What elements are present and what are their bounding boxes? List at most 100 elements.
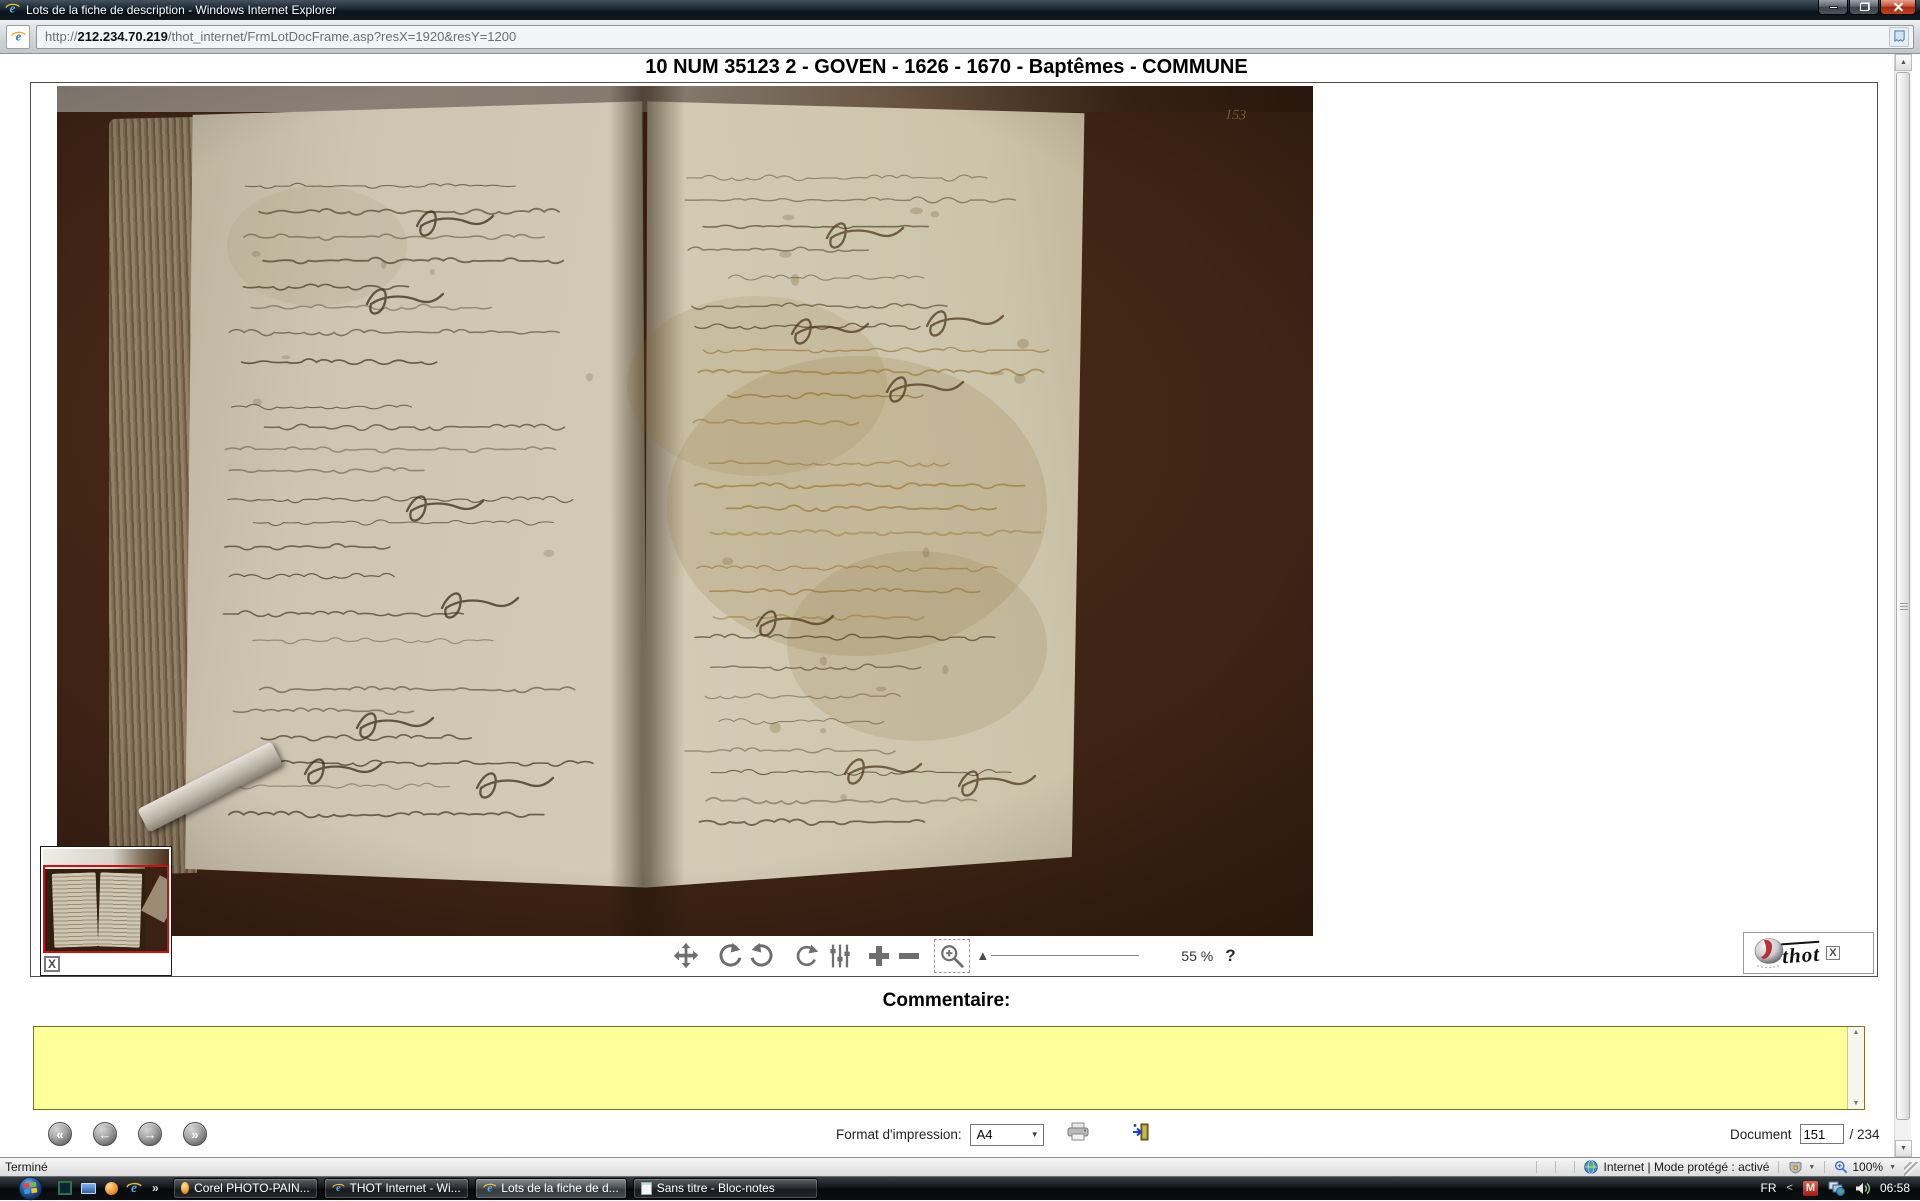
minimize-button[interactable] <box>1818 0 1848 15</box>
exit-door-icon <box>1132 1123 1150 1141</box>
quicklaunch-show-desktop-icon[interactable] <box>80 1180 96 1196</box>
url-protocol: http:// <box>45 29 78 44</box>
tray-mcafee-icon[interactable]: M <box>1803 1181 1818 1196</box>
thot-logo: thot X <box>1743 932 1874 974</box>
security-zone-pane: Internet | Mode protégé : activé <box>1584 1160 1770 1174</box>
print-format-value: A4 <box>977 1127 993 1142</box>
scrollbar-grip <box>1900 603 1908 611</box>
favicon-box: e <box>6 25 30 49</box>
taskbar: e » Corel PHOTO-PAIN... e THOT Internet … <box>0 1176 1920 1200</box>
browser-viewport: 10 NUM 35123 2 - GOVEN - 1626 - 1670 - B… <box>0 54 1920 1157</box>
help-button[interactable]: ? <box>1225 946 1235 966</box>
svg-text:e: e <box>15 29 21 43</box>
taskbar-button-label: Corel PHOTO-PAIN... <box>194 1181 310 1195</box>
zoom-select-tool[interactable] <box>934 939 970 973</box>
tray-expand-icon[interactable]: < <box>1787 1182 1793 1194</box>
print-format-label: Format d'impression: <box>836 1127 962 1142</box>
title-bar: e Lots de la fiche de description - Wind… <box>0 0 1920 20</box>
zoom-in-button[interactable] <box>866 943 892 969</box>
scroll-down-button[interactable]: ▼ <box>1895 1140 1912 1157</box>
scroll-up-icon: ▲ <box>1900 59 1907 66</box>
scroll-up-button[interactable]: ▲ <box>1895 54 1912 71</box>
thot-logo-wordmark: thot <box>1781 940 1820 965</box>
tray-clock[interactable]: 06:58 <box>1880 1181 1910 1195</box>
restore-icon <box>1860 3 1869 11</box>
tray-language-indicator[interactable]: FR <box>1761 1181 1777 1195</box>
address-input[interactable]: http://212.234.70.219/thot_internet/FrmL… <box>36 25 1914 49</box>
pan-tool-icon[interactable] <box>672 942 700 970</box>
rotate-page-icon[interactable] <box>792 942 820 970</box>
tray-network-icon[interactable] <box>1828 1181 1845 1196</box>
nav-next-button[interactable]: → <box>138 1122 162 1146</box>
internet-globe-icon <box>1584 1160 1598 1174</box>
viewer-frame: 153 X <box>30 82 1878 977</box>
navigator-thumbnail[interactable]: X <box>40 846 172 976</box>
zoom-slider-thumb[interactable]: ▲ <box>976 949 989 962</box>
corel-photopaint-icon <box>181 1182 189 1194</box>
zoom-level-label: 55 % <box>1181 948 1213 964</box>
url-host: 212.234.70.219 <box>78 29 168 44</box>
svg-text:e: e <box>10 1 16 15</box>
last-page-icon: » <box>191 1127 198 1142</box>
window-scrollbar[interactable]: ▲ ▼ <box>1894 54 1911 1157</box>
resize-grip <box>1904 1162 1918 1176</box>
quicklaunch-overflow-chevron[interactable]: » <box>152 1181 159 1195</box>
minimize-icon <box>1829 6 1838 9</box>
logo-close-checkbox[interactable]: X <box>1826 946 1840 960</box>
zone-text: Internet | Mode protégé : activé <box>1604 1160 1770 1174</box>
tray-volume-icon[interactable] <box>1855 1182 1870 1195</box>
notepad-icon <box>641 1182 652 1195</box>
scrollbar-thumb[interactable] <box>1896 72 1910 1120</box>
status-bar: Terminé Internet | Mode protégé : activé… <box>0 1157 1920 1176</box>
comment-scrollbar[interactable]: ▲ ▼ <box>1847 1027 1864 1109</box>
first-page-icon: « <box>56 1127 63 1142</box>
quicklaunch-console-icon[interactable] <box>57 1180 73 1196</box>
chevron-down-icon: ▼ <box>1031 1130 1039 1139</box>
quicklaunch-corel-icon[interactable] <box>103 1180 119 1196</box>
quicklaunch-internet-explorer-icon[interactable]: e <box>126 1180 142 1196</box>
taskbar-button-label: Lots de la fiche de d... <box>501 1181 618 1195</box>
zoom-dropdown-icon[interactable]: ▼ <box>1889 1164 1896 1171</box>
thumbnail-view-region[interactable] <box>43 865 169 953</box>
page-zoom-icon[interactable] <box>1834 1160 1848 1174</box>
compatibility-view-icon[interactable] <box>1889 27 1909 47</box>
address-bar: e http://212.234.70.219/thot_internet/Fr… <box>0 20 1920 54</box>
page-zoom-value[interactable]: 100% <box>1852 1160 1883 1174</box>
comment-textarea[interactable] <box>34 1027 1847 1109</box>
manuscript-image[interactable]: 153 <box>57 86 1313 937</box>
scroll-down-icon: ▼ <box>1900 1145 1907 1152</box>
zoom-out-button[interactable] <box>896 943 922 969</box>
adjust-levels-icon[interactable] <box>828 942 852 970</box>
zoom-slider[interactable]: ▲ <box>976 949 1139 962</box>
rotate-left-icon[interactable] <box>714 942 744 970</box>
thumbnail-close-checkbox[interactable]: X <box>44 956 60 972</box>
nav-previous-button[interactable]: ← <box>93 1122 117 1146</box>
scroll-up-icon[interactable]: ▲ <box>1853 1027 1860 1038</box>
system-tray: FR < M 06:58 <box>1761 1181 1910 1196</box>
print-button[interactable] <box>1066 1122 1090 1147</box>
scroll-down-icon[interactable]: ▼ <box>1853 1098 1860 1109</box>
printer-icon <box>1066 1122 1090 1142</box>
rotate-right-icon[interactable] <box>748 942 778 970</box>
taskbar-button-notepad[interactable]: Sans titre - Bloc-notes <box>633 1178 818 1199</box>
nav-first-button[interactable]: « <box>48 1122 72 1146</box>
document-number-input[interactable] <box>1800 1124 1844 1144</box>
start-button[interactable] <box>18 1176 43 1201</box>
document-total-label: / 234 <box>1850 1127 1880 1142</box>
taskbar-button-label: THOT Internet - Wi... <box>350 1181 461 1195</box>
security-report-icon[interactable] <box>1788 1161 1803 1174</box>
zoom-slider-track[interactable] <box>991 955 1139 956</box>
taskbar-button-thot-internet[interactable]: e THOT Internet - Wi... <box>324 1178 469 1199</box>
bottom-toolbar: « ← → » Format d'impression: A4 ▼ Docume… <box>0 1116 1920 1156</box>
security-dropdown-icon[interactable]: ▼ <box>1808 1164 1815 1171</box>
taskbar-button-lots-fiche[interactable]: e Lots de la fiche de d... <box>475 1178 627 1199</box>
exit-button[interactable] <box>1132 1123 1150 1146</box>
nav-last-button[interactable]: » <box>183 1122 207 1146</box>
window-title: Lots de la fiche de description - Window… <box>26 3 336 17</box>
next-page-icon: → <box>144 1127 157 1142</box>
print-format-select[interactable]: A4 ▼ <box>970 1124 1044 1146</box>
taskbar-button-corel[interactable]: Corel PHOTO-PAIN... <box>173 1178 318 1199</box>
restore-button[interactable] <box>1849 0 1879 15</box>
close-button[interactable] <box>1880 0 1916 15</box>
status-text: Terminé <box>0 1160 48 1174</box>
